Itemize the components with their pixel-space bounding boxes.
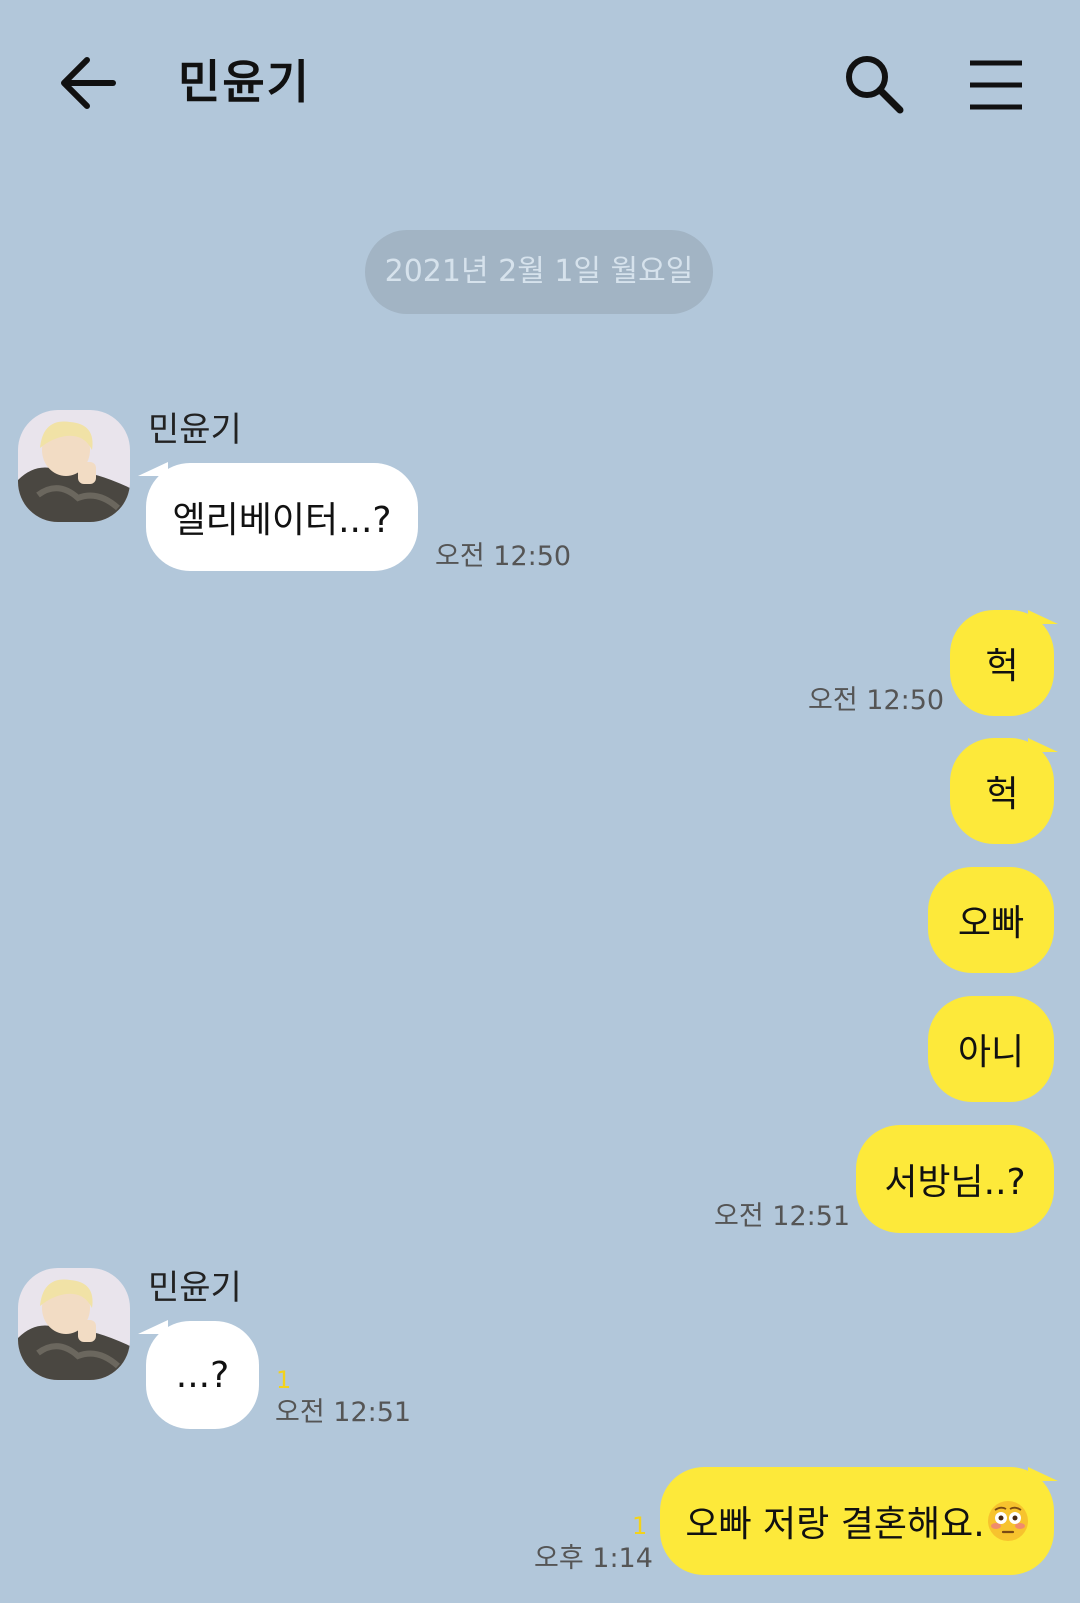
profile-photo: [18, 410, 130, 522]
message-bubble-outgoing[interactable]: 오빠 저랑 결혼해요.: [660, 1467, 1054, 1575]
chat-title: 민윤기: [178, 55, 311, 109]
message-bubble-incoming[interactable]: 엘리베이터...?: [146, 463, 418, 571]
date-divider: 2021년 2월 1일 월요일: [365, 230, 713, 314]
sender-name: 민윤기: [148, 1268, 242, 1308]
message-bubble-outgoing[interactable]: 헉: [950, 738, 1054, 844]
message-bubble-incoming[interactable]: ...?: [146, 1321, 259, 1429]
message-bubble-outgoing[interactable]: 오빠: [928, 867, 1054, 973]
sender-name: 민윤기: [148, 410, 242, 450]
flushed-face-emoji: [987, 1501, 1028, 1541]
arrow-left-icon: [61, 57, 116, 109]
message-time: 오후 1:14: [534, 1543, 653, 1574]
avatar[interactable]: [18, 410, 130, 522]
message-time: 오전 12:50: [435, 541, 572, 572]
message-text: 오빠 저랑 결혼해요.: [685, 1504, 985, 1545]
chat-header: 민윤기: [0, 0, 1080, 170]
message-time: 오전 12:51: [275, 1397, 412, 1428]
unread-count: 1: [276, 1366, 292, 1394]
unread-count: 1: [632, 1512, 648, 1540]
search-icon: [846, 56, 904, 114]
menu-button[interactable]: [966, 55, 1026, 115]
hamburger-menu-icon: [970, 60, 1022, 110]
back-button[interactable]: [55, 50, 125, 120]
message-time: 오전 12:51: [714, 1201, 851, 1232]
message-bubble-outgoing[interactable]: 헉: [950, 610, 1054, 716]
profile-photo: [18, 1268, 130, 1380]
search-button[interactable]: [842, 52, 908, 118]
message-time: 오전 12:50: [808, 685, 945, 716]
message-bubble-outgoing[interactable]: 아니: [928, 996, 1054, 1102]
avatar[interactable]: [18, 1268, 130, 1380]
message-bubble-outgoing[interactable]: 서방님..?: [856, 1125, 1054, 1233]
